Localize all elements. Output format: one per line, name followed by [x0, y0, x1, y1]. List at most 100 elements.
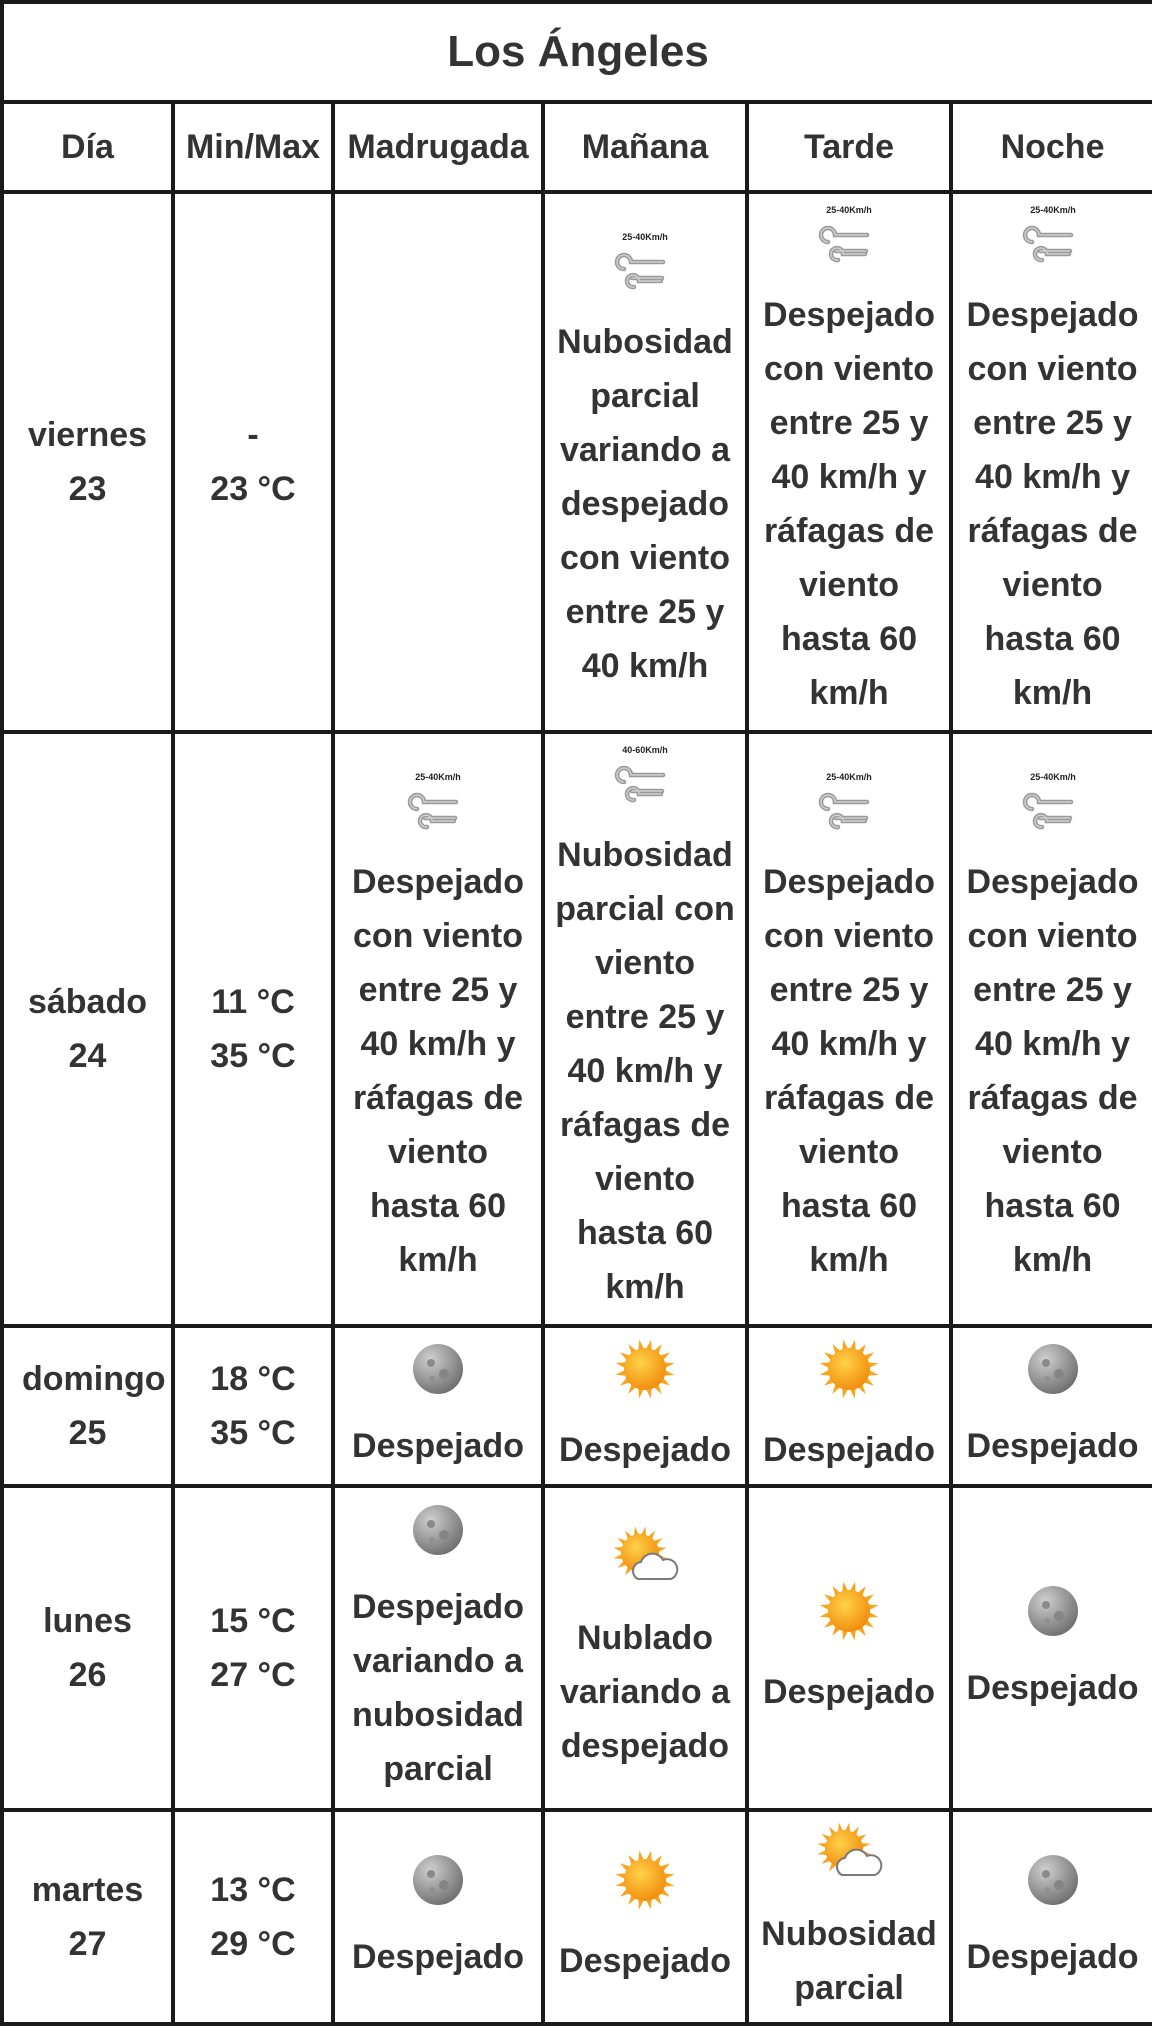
period-cell-madrugada: 25-40Km/h Despejado con viento entre 25 y…	[331, 730, 545, 1328]
period-cell-tarde: 25-40Km/h Despejado con viento entre 25 y…	[745, 190, 953, 734]
column-header-noche: Noche	[948, 100, 1152, 194]
sun-cloud-icon	[753, 1819, 945, 1903]
wind-speed-label: 25-40Km/h	[1030, 205, 1076, 215]
period-cell-manana: 25-40Km/h Nubosidad parcial variando a de…	[541, 190, 749, 734]
weather-description: Despejado	[352, 1938, 524, 1976]
period-cell-noche: Despejado	[948, 1324, 1152, 1488]
sun-icon	[753, 1335, 945, 1419]
sun-icon	[549, 1335, 741, 1419]
weather-description: Despejado	[763, 1673, 935, 1711]
period-cell-madrugada: Despejado	[331, 1808, 545, 2026]
period-cell-tarde: Nubosidad parcial	[745, 1808, 953, 2026]
moon-icon	[339, 1500, 537, 1576]
max-temperature: 23 °C	[210, 470, 296, 508]
min-temperature: -	[247, 416, 259, 454]
weather-description: Despejado	[352, 1427, 524, 1465]
moon-icon	[339, 1850, 537, 1926]
wind-icon: 40-60Km/h	[549, 744, 741, 824]
forecast-row: martes 27 13 °C 29 °C Despejado Despejado Nub…	[0, 1808, 1152, 2026]
moon-icon	[339, 1339, 537, 1415]
forecast-row: domingo 25 18 °C 35 °C Despejado Despejado De…	[0, 1324, 1152, 1488]
weather-description: Nubosidad parcial con viento entre 25 y …	[555, 836, 735, 1306]
day-cell: martes 27	[0, 1808, 175, 2026]
wind-speed-label: 25-40Km/h	[622, 232, 668, 242]
wind-icon: 25-40Km/h	[957, 771, 1148, 851]
wind-speed-label: 25-40Km/h	[826, 205, 872, 215]
column-header-dia: Día	[0, 100, 175, 194]
min-temperature: 11 °C	[211, 983, 295, 1021]
period-cell-tarde: Despejado	[745, 1324, 953, 1488]
min-temperature: 18 °C	[210, 1360, 296, 1398]
weather-description: Despejado con viento entre 25 y 40 km/h …	[763, 863, 935, 1279]
moon-icon	[957, 1339, 1148, 1415]
day-cell: sábado 24	[0, 730, 175, 1328]
period-cell-noche: 25-40Km/h Despejado con viento entre 25 y…	[948, 190, 1152, 734]
header-row: Día Min/Max Madrugada Mañana Tarde Noche	[0, 100, 1152, 194]
wind-icon: 25-40Km/h	[957, 204, 1148, 284]
forecast-table: Los Ángeles Día Min/Max Madrugada Mañana…	[0, 0, 1152, 2026]
forecast-row: viernes 23 - 23 °C 25-40Km/h Nubosidad parci…	[0, 190, 1152, 734]
column-header-madrugada: Madrugada	[331, 100, 545, 194]
day-cell: domingo 25	[0, 1324, 175, 1488]
forecast-row: sábado 24 11 °C 35 °C 25-40Km/h Despejado co…	[0, 730, 1152, 1328]
weather-description: Despejado con viento entre 25 y 40 km/h …	[763, 296, 935, 712]
period-cell-madrugada: Despejado	[331, 1324, 545, 1488]
period-cell-noche: 25-40Km/h Despejado con viento entre 25 y…	[948, 730, 1152, 1328]
max-temperature: 27 °C	[210, 1656, 296, 1694]
wind-speed-label: 25-40Km/h	[826, 772, 872, 782]
moon-icon	[957, 1850, 1148, 1926]
weather-description: Nublado variando a despejado	[559, 1619, 731, 1765]
max-temperature: 35 °C	[210, 1414, 296, 1452]
period-cell-madrugada: Despejado variando a nubosidad parcial	[331, 1484, 545, 1812]
day-cell: lunes 26	[0, 1484, 175, 1812]
weather-description: Despejado	[763, 1431, 935, 1469]
weather-description: Despejado	[559, 1431, 731, 1469]
period-cell-manana: Despejado	[541, 1324, 749, 1488]
period-cell-noche: Despejado	[948, 1808, 1152, 2026]
column-header-tarde: Tarde	[745, 100, 953, 194]
weather-description: Despejado	[966, 1427, 1139, 1465]
period-cell-madrugada	[331, 190, 545, 734]
weather-description: Despejado con viento entre 25 y 40 km/h …	[352, 863, 524, 1279]
period-cell-manana: Despejado	[541, 1808, 749, 2026]
max-temperature: 35 °C	[210, 1037, 296, 1075]
min-max-cell: 11 °C 35 °C	[171, 730, 335, 1328]
min-max-cell: 18 °C 35 °C	[171, 1324, 335, 1488]
wind-speed-label: 25-40Km/h	[1030, 772, 1076, 782]
weather-description: Despejado con viento entre 25 y 40 km/h …	[966, 863, 1139, 1279]
min-temperature: 13 °C	[210, 1871, 296, 1909]
wind-icon: 25-40Km/h	[753, 204, 945, 284]
sun-cloud-icon	[549, 1523, 741, 1607]
weather-description: Despejado variando a nubosidad parcial	[352, 1588, 524, 1788]
period-cell-manana: Nublado variando a despejado	[541, 1484, 749, 1812]
wind-icon: 25-40Km/h	[753, 771, 945, 851]
period-cell-manana: 40-60Km/h Nubosidad parcial con viento en…	[541, 730, 749, 1328]
weather-description: Despejado con viento entre 25 y 40 km/h …	[966, 296, 1139, 712]
wind-icon: 25-40Km/h	[549, 231, 741, 311]
day-cell: viernes 23	[0, 190, 175, 734]
min-max-cell: 15 °C 27 °C	[171, 1484, 335, 1812]
moon-icon	[957, 1581, 1148, 1657]
min-temperature: 15 °C	[210, 1602, 296, 1640]
period-cell-tarde: Despejado	[745, 1484, 953, 1812]
weather-description: Nubosidad parcial variando a despejado c…	[557, 323, 733, 685]
wind-icon: 25-40Km/h	[339, 771, 537, 851]
min-max-cell: - 23 °C	[171, 190, 335, 734]
wind-speed-label: 40-60Km/h	[622, 745, 668, 755]
period-cell-noche: Despejado	[948, 1484, 1152, 1812]
weather-description: Despejado	[559, 1942, 731, 1980]
weather-description: Despejado	[966, 1938, 1139, 1976]
forecast-body: viernes 23 - 23 °C 25-40Km/h Nubosidad parci…	[0, 190, 1152, 2026]
min-max-cell: 13 °C 29 °C	[171, 1808, 335, 2026]
column-header-min-max: Min/Max	[171, 100, 335, 194]
wind-speed-label: 25-40Km/h	[415, 772, 461, 782]
weather-description: Nubosidad parcial	[761, 1915, 937, 2007]
title-row: Los Ángeles	[0, 0, 1152, 104]
sun-icon	[753, 1577, 945, 1661]
max-temperature: 29 °C	[210, 1925, 296, 1963]
period-cell-tarde: 25-40Km/h Despejado con viento entre 25 y…	[745, 730, 953, 1328]
page-title: Los Ángeles	[0, 0, 1152, 104]
column-header-manana: Mañana	[541, 100, 749, 194]
weather-description: Despejado	[966, 1669, 1139, 1707]
sun-icon	[549, 1846, 741, 1930]
